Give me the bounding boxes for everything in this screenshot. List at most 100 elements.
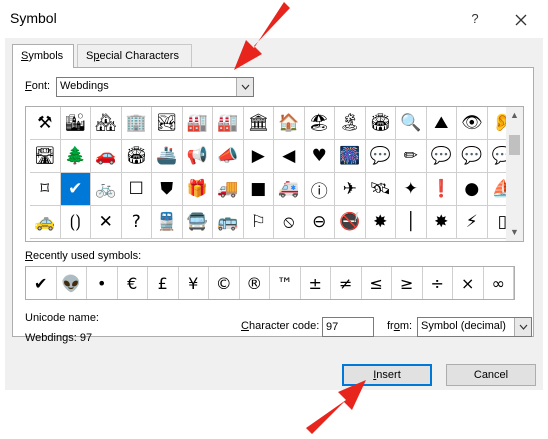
unicode-name-value: Webdings: 97 [25, 332, 93, 344]
tab-symbols[interactable]: Symbols [12, 44, 74, 68]
recent-symbol[interactable]: ™ [270, 267, 301, 299]
rewind-icon[interactable]: ◀ [274, 140, 305, 173]
bus2-icon[interactable]: 🚌 [213, 206, 244, 239]
city-skyline-icon[interactable]: 🏢 [121, 107, 152, 140]
stadium-icon[interactable]: 🏟 [365, 107, 396, 140]
house-scene-icon[interactable]: 🏞 [152, 107, 183, 140]
recent-symbol[interactable]: ÷ [422, 267, 453, 299]
tab-special-label: ecial Characters [99, 50, 179, 62]
chat2-icon[interactable]: 💬 [457, 140, 488, 173]
black-square-icon[interactable]: ■ [243, 173, 274, 206]
truck-icon[interactable]: 🚚 [213, 173, 244, 206]
recent-symbols: ✔ 👽 • € £ ¥ © ® ™ ± ≠ ≤ ≥ ÷ × ∞ [25, 266, 515, 300]
recent-symbol[interactable]: 👽 [56, 267, 87, 299]
recent-symbol[interactable]: ® [239, 267, 270, 299]
airplane-icon[interactable]: ✈ [335, 173, 366, 206]
magnifier-icon[interactable]: 🔍 [396, 107, 427, 140]
recent-symbol[interactable]: ± [300, 267, 331, 299]
no-smoking-icon[interactable]: 🚭 [335, 206, 366, 239]
car-icon[interactable]: 🚗 [91, 140, 122, 173]
pencil-icon[interactable]: ✏ [396, 140, 427, 173]
recent-symbol[interactable]: © [209, 267, 240, 299]
cross-icon[interactable]: ✕ [91, 206, 122, 239]
no-entry-icon[interactable]: ⦸ [274, 206, 305, 239]
recent-symbol[interactable]: € [117, 267, 148, 299]
factory-icon[interactable]: 🏭 [213, 107, 244, 140]
from-dropdown-button[interactable] [514, 318, 531, 336]
font-dropdown[interactable]: Webdings [56, 77, 254, 97]
brackets-icon[interactable]: ⟮⟯ [60, 206, 91, 239]
play-icon[interactable]: ▶ [243, 140, 274, 173]
stadium2-icon[interactable]: 🏟 [121, 140, 152, 173]
speech-bubble-icon[interactable]: 💬 [365, 140, 396, 173]
from-dropdown[interactable]: Symbol (decimal) [417, 317, 532, 337]
chevron-down-icon [519, 324, 528, 330]
bar-icon[interactable]: │ [396, 206, 427, 239]
exclamation-icon[interactable]: ❗ [426, 173, 457, 206]
recent-symbol[interactable]: ≥ [392, 267, 423, 299]
recent-symbol[interactable]: • [87, 267, 118, 299]
recent-symbol[interactable]: £ [148, 267, 179, 299]
from-value: Symbol (decimal) [421, 320, 506, 332]
no-sign-icon[interactable]: ⊖ [304, 206, 335, 239]
mountain-icon[interactable]: ⛰ [426, 107, 457, 140]
house-icon[interactable]: 🏠 [274, 107, 305, 140]
info-icon[interactable]: ⓘ [304, 173, 335, 206]
tools-icon[interactable]: ⚒ [30, 107, 61, 140]
splash-icon[interactable]: ✸ [365, 206, 396, 239]
chat-icon[interactable]: 💬 [426, 140, 457, 173]
flag-icon[interactable]: ⚐ [243, 206, 274, 239]
close-button[interactable] [510, 9, 532, 31]
recent-symbol[interactable]: ≤ [361, 267, 392, 299]
scroll-up-icon[interactable]: ▲ [506, 107, 523, 124]
frame-icon[interactable]: ⌑ [30, 173, 61, 206]
symbol-grid: ⚒ 🏙 🏘 🏢 🏞 🏭 🏭 🏛 🏠 🏖 🏝 🏟 🔍 ⛰ 👁 👂 🛣 🌲 🚗 🏟 🚢 📢 📣 ▶ ◀ ♥ 🎆 💬 ✏ 💬 💬 💬 ⌑ ✔ 🚲 ☐ ⛊ 🎁 🚚 ■… [30, 107, 518, 239]
heart-icon[interactable]: ♥ [304, 140, 335, 173]
compass-icon[interactable]: ✦ [396, 173, 427, 206]
megaphone2-icon[interactable]: 📣 [213, 140, 244, 173]
city-icon[interactable]: 🏙 [60, 107, 91, 140]
tab-special-characters[interactable]: Special Characters [77, 44, 192, 67]
taxi-icon[interactable]: 🚕 [30, 206, 61, 239]
recent-symbol[interactable]: × [453, 267, 484, 299]
public-building-icon[interactable]: 🏛 [243, 107, 274, 140]
ship-icon[interactable]: 🚢 [152, 140, 183, 173]
chevron-down-icon [241, 84, 250, 90]
lightning-icon[interactable]: ⚡ [457, 206, 488, 239]
recent-symbol[interactable]: ∞ [483, 267, 514, 299]
eye-icon[interactable]: 👁 [457, 107, 488, 140]
fireworks-icon[interactable]: 🎆 [335, 140, 366, 173]
help-button[interactable]: ? [466, 9, 484, 29]
question-icon[interactable]: ? [121, 206, 152, 239]
scroll-thumb[interactable] [509, 135, 520, 155]
recent-symbol[interactable]: ≠ [331, 267, 362, 299]
beach-icon[interactable]: 🏖 [304, 107, 335, 140]
megaphone-icon[interactable]: 📢 [182, 140, 213, 173]
font-dropdown-button[interactable] [236, 78, 253, 96]
satellite-icon[interactable]: 🛰 [365, 173, 396, 206]
character-code-input[interactable] [322, 317, 374, 337]
forest-icon[interactable]: 🌲 [60, 140, 91, 173]
symbol-scrollbar[interactable]: ▲ ▼ [506, 107, 523, 241]
bicycle-icon[interactable]: 🚲 [91, 173, 122, 206]
splash2-icon[interactable]: ✸ [426, 206, 457, 239]
train-icon[interactable]: 🚆 [152, 206, 183, 239]
recent-label: Recently used symbols: [25, 250, 141, 262]
houses-icon[interactable]: 🏘 [91, 107, 122, 140]
farm-icon[interactable]: 🏭 [182, 107, 213, 140]
scroll-down-icon[interactable]: ▼ [506, 224, 523, 241]
recent-symbol[interactable]: ✔ [26, 267, 57, 299]
from-label-pre: fr [387, 320, 394, 332]
checkbox-icon[interactable]: ✔ [60, 173, 91, 206]
island-icon[interactable]: 🏝 [335, 107, 366, 140]
bus-icon[interactable]: 🚍 [182, 206, 213, 239]
shield-icon[interactable]: ⛊ [152, 173, 183, 206]
black-circle-icon[interactable]: ● [457, 173, 488, 206]
cancel-button[interactable]: Cancel [446, 364, 536, 386]
recent-symbol[interactable]: ¥ [178, 267, 209, 299]
road-icon[interactable]: 🛣 [30, 140, 61, 173]
gift-icon[interactable]: 🎁 [182, 173, 213, 206]
empty-box-icon[interactable]: ☐ [121, 173, 152, 206]
font-value: Webdings [60, 80, 109, 92]
ambulance-icon[interactable]: 🚑 [274, 173, 305, 206]
